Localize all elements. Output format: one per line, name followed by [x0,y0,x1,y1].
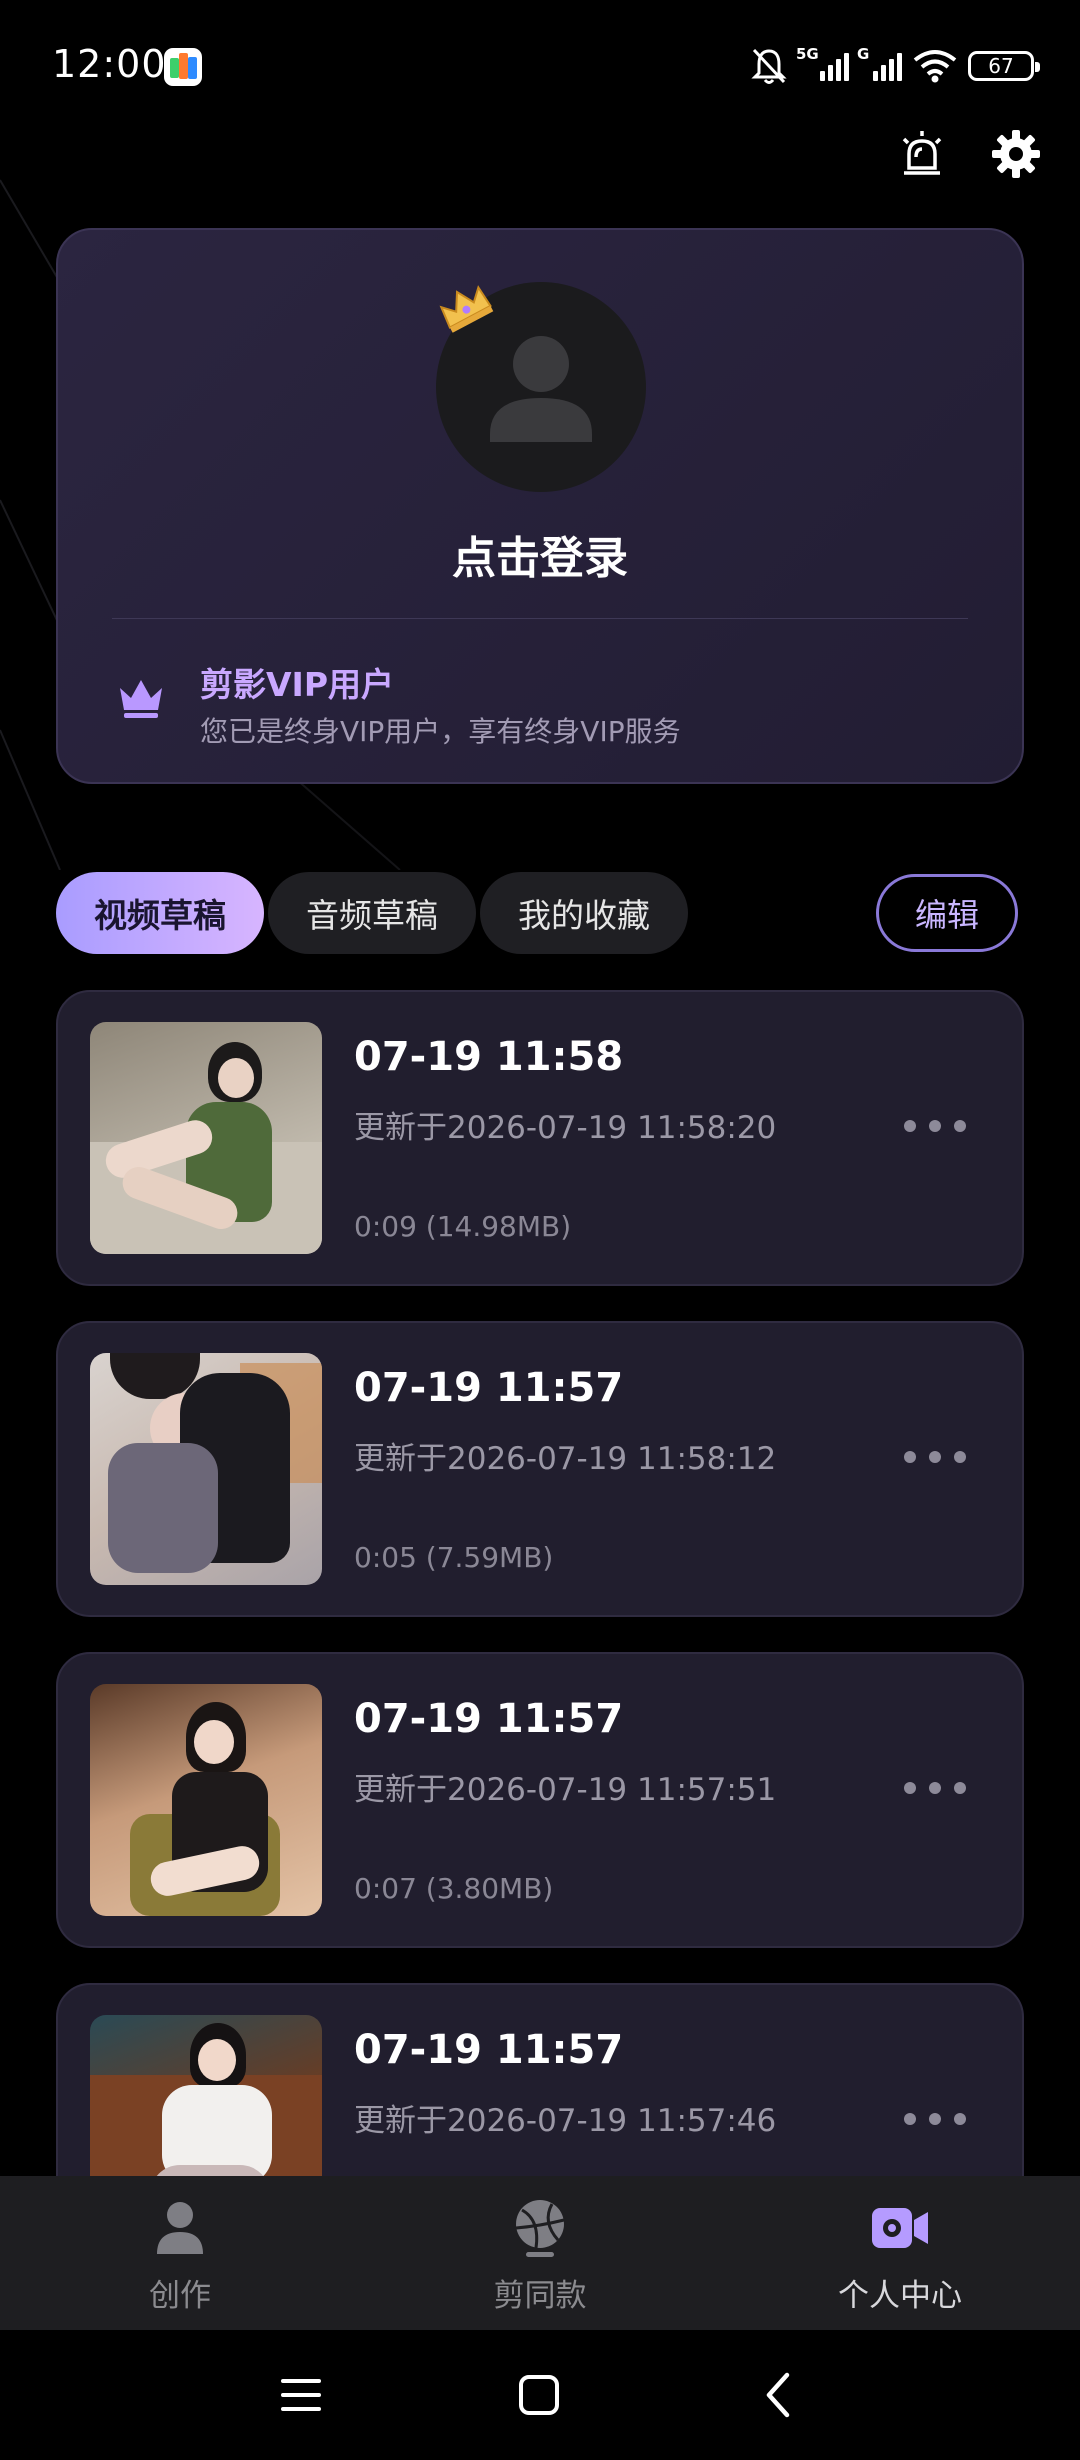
nav-label-create: 创作 [149,2278,211,2314]
more-options-icon[interactable] [904,2113,966,2125]
draft-tabs: 视频草稿 音频草稿 我的收藏 [56,872,688,954]
vip-crown-icon [120,680,162,718]
bell-muted-icon [751,48,787,84]
draft-duration-size: 0:07 (3.80MB) [354,1872,554,1905]
vip-description: 您已是终身VIP用户，享有终身VIP服务 [200,715,681,748]
vip-title: 剪影VIP用户 [200,665,395,704]
draft-updated-time: 更新于2026-07-19 11:57:46 [354,2103,777,2139]
draft-duration-size: 0:05 (7.59MB) [354,1541,554,1574]
draft-updated-time: 更新于2026-07-19 11:58:12 [354,1441,777,1477]
draft-thumbnail [90,1022,322,1254]
signal-5g-icon: 5G [796,45,849,81]
gear-icon[interactable] [988,126,1044,182]
draft-title: 07-19 11:57 [354,1696,624,1742]
more-options-icon[interactable] [904,1120,966,1132]
draft-title: 07-19 11:57 [354,1365,624,1411]
battery-icon: 67 [968,51,1040,81]
siren-alert-icon[interactable] [894,126,950,182]
nav-profile[interactable]: 个人中心 [780,2198,1020,2315]
card-divider [112,618,968,619]
more-options-icon[interactable] [904,1451,966,1463]
menu-icon[interactable] [266,2360,336,2430]
top-actions [894,126,1044,182]
system-navigation-bar [0,2330,1080,2460]
tab-video-drafts[interactable]: 视频草稿 [56,872,264,954]
template-ball-icon [510,2198,570,2258]
draft-thumbnail [90,1684,322,1916]
nav-create[interactable]: 创作 [60,2198,300,2315]
nav-label-profile: 个人中心 [838,2278,962,2314]
crown-badge-icon [439,285,494,333]
nav-label-templates: 剪同款 [493,2278,587,2314]
tab-favorites[interactable]: 我的收藏 [480,872,688,954]
profile-card[interactable]: 点击登录 剪影VIP用户 您已是终身VIP用户，享有终身VIP服务 [56,228,1024,784]
login-prompt[interactable]: 点击登录 [58,522,1022,586]
draft-updated-time: 更新于2026-07-19 11:57:51 [354,1772,777,1808]
draft-duration-size: 0:09 (14.98MB) [354,1210,572,1243]
list-item[interactable]: 07-19 11:57 更新于2026-07-19 11:57:51 0:07 … [56,1652,1024,1948]
list-item[interactable]: 07-19 11:57 更新于2026-07-19 11:58:12 0:05 … [56,1321,1024,1617]
draft-thumbnail [90,1353,322,1585]
video-camera-icon [870,2198,930,2258]
back-icon[interactable] [744,2360,814,2430]
tab-audio-drafts[interactable]: 音频草稿 [268,872,476,954]
network-type-1: 5G [796,45,819,63]
edit-button[interactable]: 编辑 [876,874,1018,952]
more-options-icon[interactable] [904,1782,966,1794]
home-icon[interactable] [504,2360,574,2430]
draft-updated-time: 更新于2026-07-19 11:58:20 [354,1110,777,1146]
draft-title: 07-19 11:58 [354,1034,624,1080]
bottom-navigation: 创作 剪同款 个人中心 [0,2176,1080,2330]
status-indicators: 5G G 67 [750,44,1040,88]
nav-templates[interactable]: 剪同款 [420,2198,660,2315]
wifi-icon [913,50,957,83]
list-item[interactable]: 07-19 11:58 更新于2026-07-19 11:58:20 0:09 … [56,990,1024,1286]
person-icon [150,2198,210,2258]
signal-g-icon: G [857,45,902,81]
draft-title: 07-19 11:57 [354,2027,624,2073]
app-notification-icon [164,48,202,86]
network-type-2: G [857,45,870,63]
status-time: 12:00 [52,42,167,86]
status-bar: 12:00 5G G 67 [0,0,1080,136]
